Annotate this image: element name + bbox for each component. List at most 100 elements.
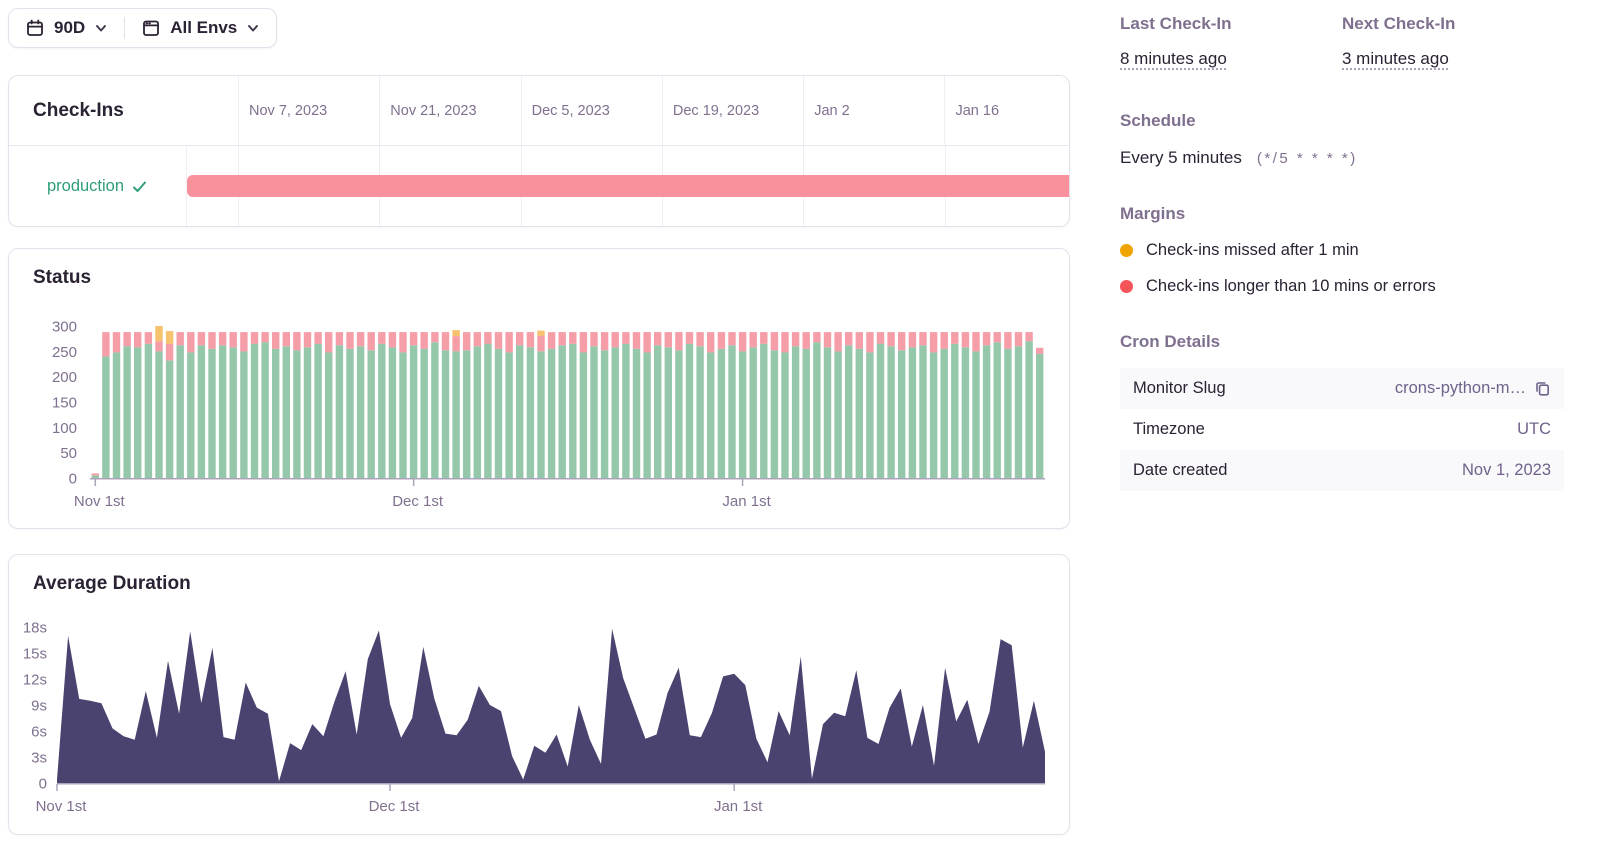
status-bar-segment-timeout_or_error[interactable] bbox=[1036, 347, 1044, 354]
status-bar-segment-timeout_or_error[interactable] bbox=[388, 332, 397, 348]
status-bar-segment-ok[interactable] bbox=[463, 350, 471, 478]
status-bar-segment-timeout_or_error[interactable] bbox=[176, 332, 184, 346]
status-bar-segment-timeout_or_error[interactable] bbox=[505, 332, 513, 353]
status-bar-segment-ok[interactable] bbox=[738, 351, 747, 478]
status-bar-segment-ok[interactable] bbox=[367, 350, 375, 478]
status-bar-segment-timeout_or_error[interactable] bbox=[187, 332, 195, 353]
status-bar-segment-timeout_or_error[interactable] bbox=[356, 332, 365, 347]
status-bar-segment-ok[interactable] bbox=[760, 343, 768, 478]
status-bar-segment-ok[interactable] bbox=[314, 343, 322, 478]
status-bar-segment-timeout_or_error[interactable] bbox=[834, 332, 842, 352]
status-bar-segment-timeout_or_error[interactable] bbox=[1004, 332, 1012, 349]
status-bar-segment-timeout_or_error[interactable] bbox=[696, 332, 704, 347]
status-bar-segment-ok[interactable] bbox=[431, 342, 439, 478]
status-bar-segment-ok[interactable] bbox=[866, 352, 874, 478]
status-bar-segment-ok[interactable] bbox=[282, 346, 290, 478]
status-bar-segment-timeout_or_error[interactable] bbox=[463, 332, 471, 351]
status-bar-segment-ok[interactable] bbox=[388, 347, 397, 478]
status-bar-segment-timeout_or_error[interactable] bbox=[558, 332, 566, 346]
status-bar-segment-timeout_or_error[interactable] bbox=[622, 332, 630, 344]
status-bar-segment-ok[interactable] bbox=[717, 348, 726, 478]
status-bar-segment-timeout_or_error[interactable] bbox=[929, 332, 938, 353]
status-bar-segment-ok[interactable] bbox=[1036, 353, 1044, 478]
status-bar-segment-timeout_or_error[interactable] bbox=[717, 332, 726, 349]
status-bar-segment-timeout_or_error[interactable] bbox=[569, 332, 577, 344]
status-bar-segment-timeout_or_error[interactable] bbox=[654, 332, 662, 346]
status-bar-segment-timeout_or_error[interactable] bbox=[685, 332, 694, 344]
status-bar-segment-ok[interactable] bbox=[951, 343, 959, 478]
status-bar-segment-ok[interactable] bbox=[335, 345, 344, 478]
status-bar-segment-ok[interactable] bbox=[155, 351, 163, 478]
status-bar-segment-ok[interactable] bbox=[250, 343, 259, 478]
status-bar-segment-timeout_or_error[interactable] bbox=[579, 332, 588, 353]
status-bar-segment-ok[interactable] bbox=[919, 345, 927, 478]
status-bar-segment-timeout_or_error[interactable] bbox=[982, 332, 991, 346]
status-bar-segment-timeout_or_error[interactable] bbox=[802, 332, 810, 349]
status-bar-segment-ok[interactable] bbox=[590, 346, 598, 478]
status-bar-segment-timeout_or_error[interactable] bbox=[399, 332, 407, 353]
copy-slug-button[interactable] bbox=[1534, 380, 1551, 397]
status-bar-segment-missed[interactable] bbox=[155, 326, 163, 342]
status-bar-segment-timeout_or_error[interactable] bbox=[431, 332, 439, 343]
status-bar-segment-timeout_or_error[interactable] bbox=[611, 332, 619, 348]
status-bar-segment-ok[interactable] bbox=[452, 351, 460, 478]
status-bar-segment-ok[interactable] bbox=[611, 347, 619, 478]
status-bar-segment-ok[interactable] bbox=[600, 350, 609, 478]
status-bar-segment-timeout_or_error[interactable] bbox=[420, 332, 428, 349]
status-bar-segment-ok[interactable] bbox=[91, 475, 99, 479]
status-bar-segment-ok[interactable] bbox=[579, 352, 588, 478]
status-bar-segment-ok[interactable] bbox=[261, 342, 269, 478]
status-bar-segment-timeout_or_error[interactable] bbox=[282, 332, 290, 347]
status-bar-segment-ok[interactable] bbox=[197, 345, 206, 478]
status-bar-segment-ok[interactable] bbox=[208, 348, 216, 478]
status-bar-segment-ok[interactable] bbox=[569, 343, 577, 478]
status-bar-segment-timeout_or_error[interactable] bbox=[866, 332, 874, 353]
next-checkin-value[interactable]: 3 minutes ago bbox=[1342, 49, 1449, 69]
status-bar-segment-ok[interactable] bbox=[982, 345, 991, 478]
status-bar-segment-timeout_or_error[interactable] bbox=[813, 332, 821, 343]
status-bar-segment-timeout_or_error[interactable] bbox=[1025, 332, 1033, 342]
status-bar-segment-ok[interactable] bbox=[887, 346, 895, 478]
status-bar-segment-ok[interactable] bbox=[144, 343, 153, 478]
status-bar-segment-ok[interactable] bbox=[240, 351, 248, 478]
status-bar-segment-ok[interactable] bbox=[707, 352, 715, 478]
status-bar-segment-ok[interactable] bbox=[696, 346, 704, 478]
status-bar-segment-ok[interactable] bbox=[325, 352, 333, 478]
status-bar-segment-timeout_or_error[interactable] bbox=[240, 332, 248, 352]
duration-area-series[interactable] bbox=[57, 628, 1045, 783]
status-bar-segment-ok[interactable] bbox=[908, 347, 917, 478]
status-bar-segment-timeout_or_error[interactable] bbox=[516, 332, 524, 346]
status-bar-segment-ok[interactable] bbox=[961, 347, 970, 478]
status-bar-segment-timeout_or_error[interactable] bbox=[919, 332, 927, 346]
status-bar-segment-timeout_or_error[interactable] bbox=[378, 332, 386, 344]
status-bar-segment-timeout_or_error[interactable] bbox=[112, 332, 121, 353]
status-bar-segment-ok[interactable] bbox=[420, 348, 428, 478]
status-bar-segment-ok[interactable] bbox=[378, 343, 386, 478]
status-bar-segment-ok[interactable] bbox=[165, 360, 174, 479]
status-bar-segment-ok[interactable] bbox=[823, 347, 832, 478]
status-bar-segment-ok[interactable] bbox=[813, 342, 821, 478]
status-bar-segment-ok[interactable] bbox=[675, 350, 683, 478]
status-bar-segment-timeout_or_error[interactable] bbox=[781, 332, 789, 353]
status-bar-segment-ok[interactable] bbox=[558, 345, 566, 478]
status-bar-segment-ok[interactable] bbox=[898, 350, 906, 478]
status-bar-segment-timeout_or_error[interactable] bbox=[208, 332, 216, 349]
status-bar-segment-timeout_or_error[interactable] bbox=[409, 332, 418, 346]
status-bar-segment-timeout_or_error[interactable] bbox=[144, 332, 153, 344]
status-bar-segment-timeout_or_error[interactable] bbox=[951, 332, 959, 344]
status-bar-segment-ok[interactable] bbox=[993, 342, 1001, 478]
status-bar-segment-ok[interactable] bbox=[781, 352, 789, 478]
status-bar-segment-timeout_or_error[interactable] bbox=[325, 332, 333, 353]
status-bar-segment-ok[interactable] bbox=[516, 345, 524, 478]
status-bar-segment-timeout_or_error[interactable] bbox=[823, 332, 832, 348]
status-bar-segment-timeout_or_error[interactable] bbox=[632, 332, 641, 349]
status-bar-segment-ok[interactable] bbox=[505, 352, 513, 478]
status-bar-segment-timeout_or_error[interactable] bbox=[547, 332, 556, 349]
status-bar-segment-ok[interactable] bbox=[112, 352, 121, 478]
environment-filter-button[interactable]: All Envs bbox=[125, 9, 276, 47]
status-bar-segment-ok[interactable] bbox=[356, 346, 365, 478]
status-bar-segment-timeout_or_error[interactable] bbox=[218, 332, 227, 346]
status-bar-segment-ok[interactable] bbox=[802, 348, 810, 478]
status-bar-segment-timeout_or_error[interactable] bbox=[134, 332, 142, 348]
status-bar-segment-ok[interactable] bbox=[526, 347, 535, 478]
